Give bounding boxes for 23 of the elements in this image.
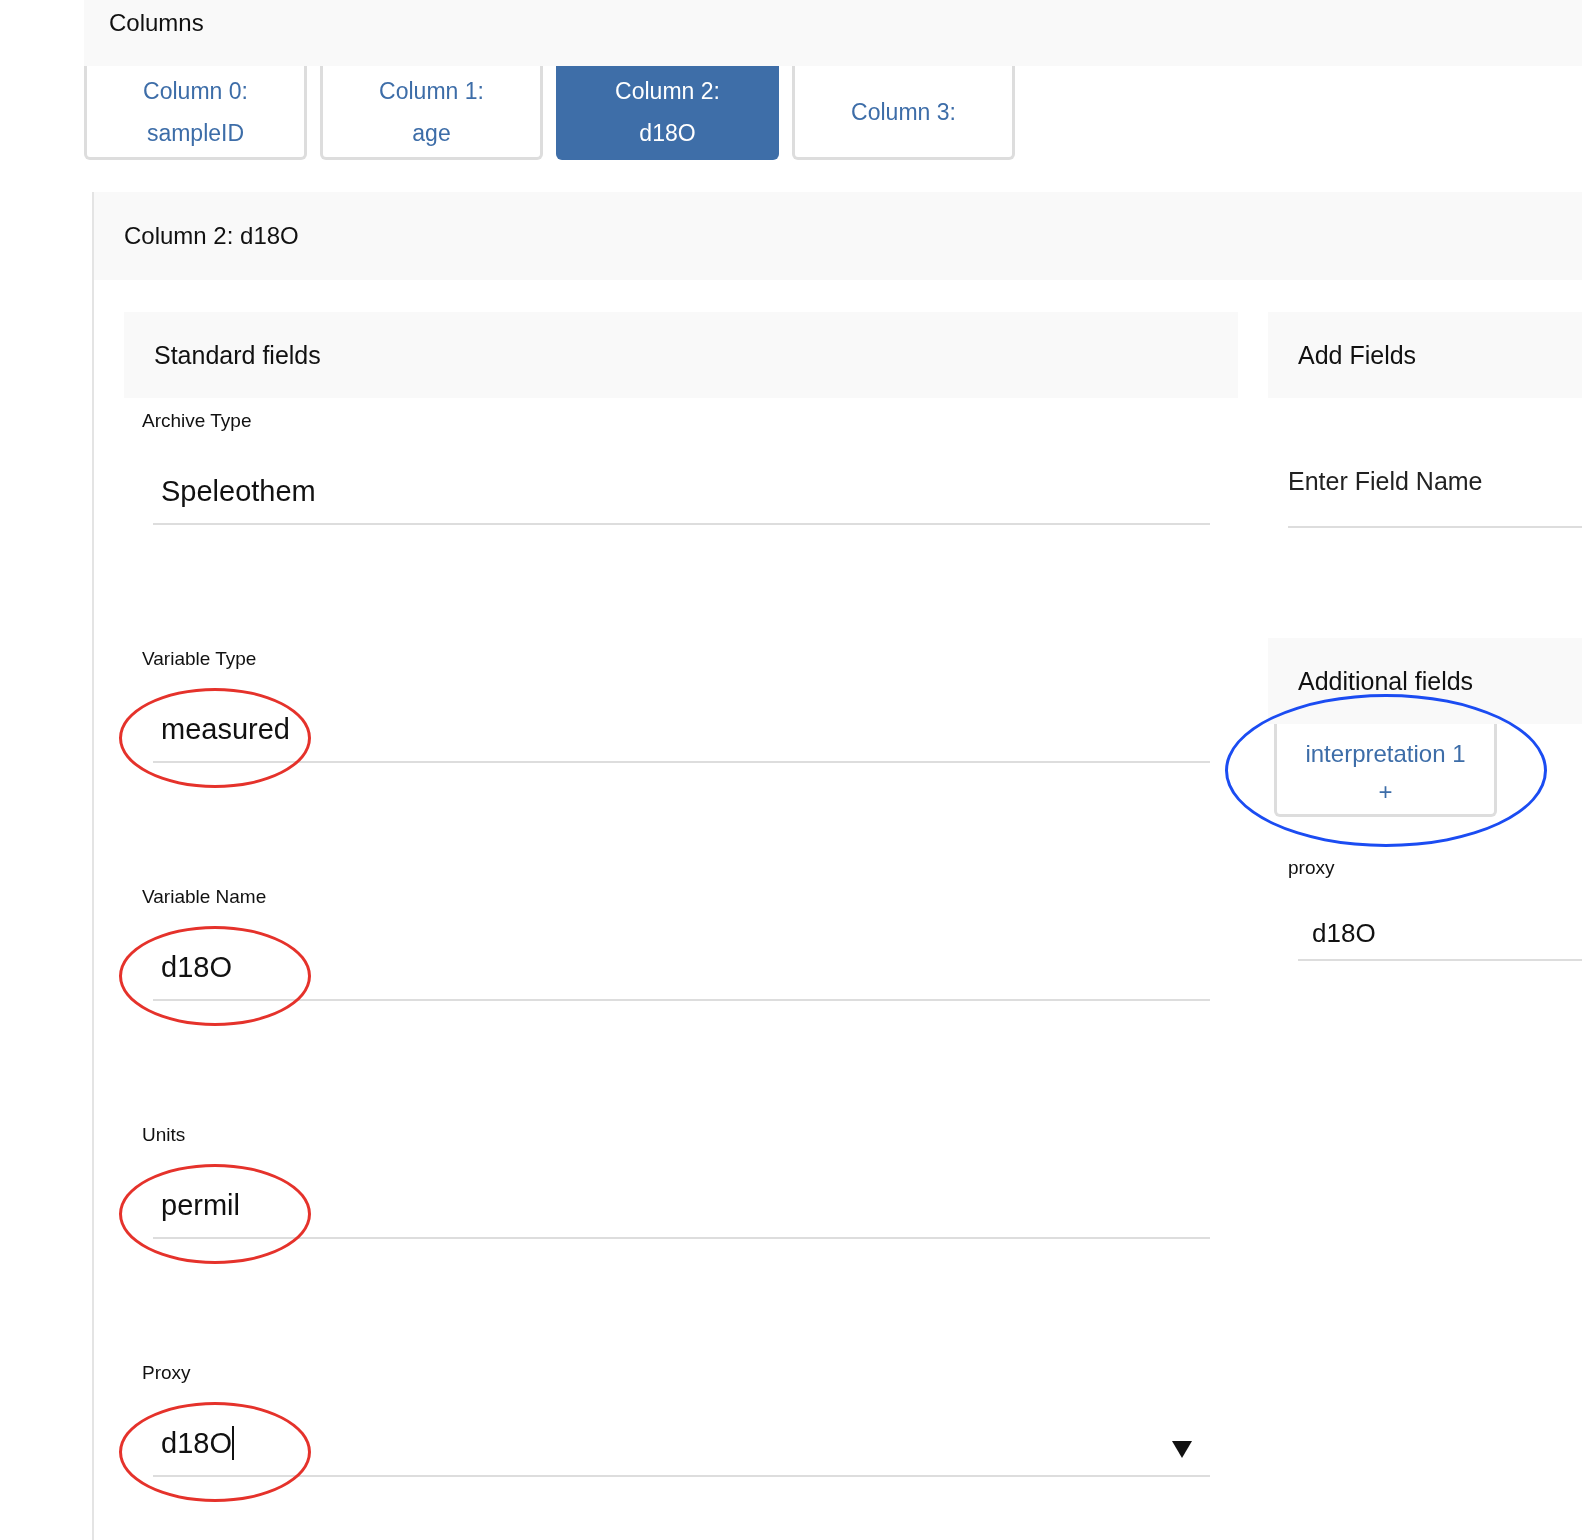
field-label: Units <box>141 1124 187 1146</box>
input-field[interactable]: d18O <box>1298 917 1582 961</box>
panel-title: Column 2: d18O <box>124 222 299 250</box>
input-field[interactable]: Speleothem <box>153 471 1210 525</box>
standard-fields-title: Standard fields <box>154 340 321 370</box>
field-label: Archive Type <box>141 410 253 432</box>
interpretation-button[interactable]: interpretation 1 + <box>1274 724 1497 817</box>
input-field[interactable]: d18O <box>153 947 1210 1001</box>
field-label: Variable Type <box>141 648 258 670</box>
dropdown-icon[interactable] <box>1172 1441 1192 1458</box>
field-label: proxy <box>1287 857 1336 880</box>
column-tab[interactable]: Column 0: sampleID <box>84 66 307 160</box>
field-label: Variable Name <box>141 886 268 908</box>
field-label: Proxy <box>141 1362 192 1384</box>
add-fields-title: Add Fields <box>1298 340 1417 370</box>
input-field[interactable]: permil <box>153 1185 1210 1239</box>
column-tab[interactable]: Column 2: d18O <box>556 66 779 160</box>
input-field[interactable]: d18O <box>153 1423 1210 1477</box>
column-tab[interactable]: Column 1: age <box>320 66 543 160</box>
column-tab[interactable]: Column 3: <box>792 66 1015 160</box>
input-field[interactable]: measured <box>153 709 1210 763</box>
additional-fields-title: Additional fields <box>1298 666 1474 696</box>
section-title: Columns <box>109 9 204 37</box>
